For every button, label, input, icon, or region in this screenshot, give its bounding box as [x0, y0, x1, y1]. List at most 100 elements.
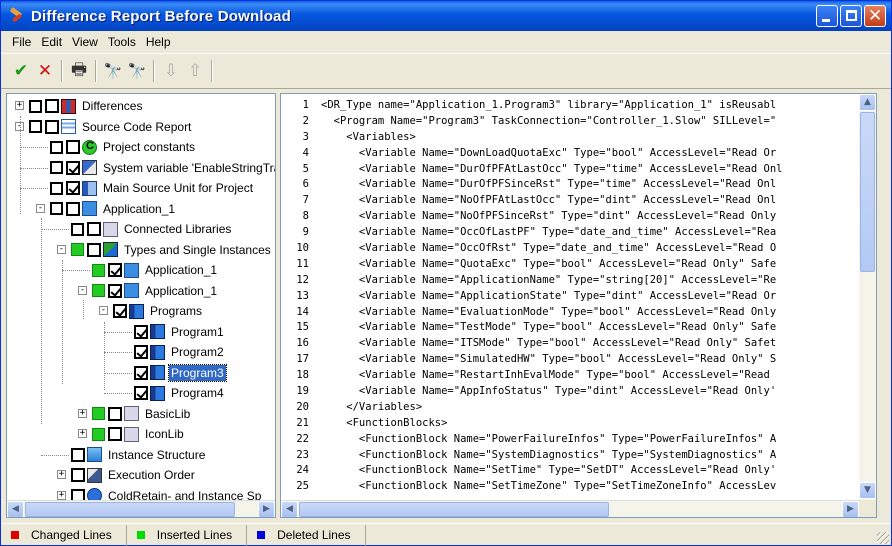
tree-checkbox[interactable]	[45, 99, 59, 113]
menu-help[interactable]: Help	[141, 35, 176, 49]
collapse-icon[interactable]: -	[36, 203, 45, 213]
tree-checkbox[interactable]	[134, 324, 148, 339]
tree-item-label[interactable]: Types and Single Instances	[122, 242, 273, 258]
tree-checkbox[interactable]	[66, 160, 80, 175]
tree-item-label[interactable]: Differences	[80, 98, 144, 114]
tree-item[interactable]: Source Code Report	[29, 117, 193, 137]
tree-checkbox[interactable]	[108, 427, 122, 441]
tree-checkbox[interactable]	[134, 345, 148, 359]
tree-item-label[interactable]: System variable 'EnableStringTra	[101, 160, 275, 176]
tree-checkbox[interactable]	[87, 242, 101, 257]
scroll-right-icon[interactable]: ▶	[258, 501, 275, 517]
tree-item[interactable]: Main Source Unit for Project	[50, 178, 255, 198]
arrow-up-icon[interactable]: ⇧	[183, 59, 207, 83]
code-line[interactable]: 23 <FunctionBlock Name="SystemDiagnostic…	[281, 448, 860, 464]
menu-edit[interactable]: Edit	[36, 35, 67, 49]
code-line[interactable]: 19 <Variable Name="AppInfoStatus" Type="…	[281, 384, 860, 400]
code-line[interactable]: 9 <Variable Name="OccOfLastPF" Type="dat…	[281, 225, 860, 241]
expand-icon[interactable]: +	[78, 408, 87, 418]
tree-item-label[interactable]: Connected Libraries	[122, 221, 233, 237]
code-horizontal-scrollbar[interactable]: ◀ ▶	[281, 500, 859, 517]
check-icon[interactable]: ✔	[9, 59, 33, 83]
scroll-up-icon[interactable]: ▲	[859, 94, 876, 111]
code-line[interactable]: 2 <Program Name="Program3" TaskConnectio…	[281, 114, 860, 130]
code-vertical-scrollbar[interactable]: ▲ ▼	[859, 94, 876, 500]
find-icon[interactable]: 🔭	[101, 59, 125, 83]
code-line[interactable]: 6 <Variable Name="DurOfPFSinceRst" Type=…	[281, 177, 860, 193]
tree-checkbox[interactable]	[66, 140, 80, 154]
code-line[interactable]: 8 <Variable Name="NoOfPFSinceRst" Type="…	[281, 209, 860, 225]
scroll-thumb[interactable]	[299, 502, 609, 517]
tree-item[interactable]: Differences	[29, 96, 144, 116]
code-line[interactable]: 22 <FunctionBlock Name="PowerFailureInfo…	[281, 432, 860, 448]
code-line[interactable]: 1 <DR_Type name="Application_1.Program3" …	[281, 98, 860, 114]
tree-item[interactable]: Connected Libraries	[71, 219, 233, 239]
minimize-button[interactable]	[816, 5, 838, 27]
tree-item-label[interactable]: Programs	[148, 303, 204, 319]
code-line[interactable]: 25 <FunctionBlock Name="SetTimeZone" Typ…	[281, 479, 860, 495]
code-line[interactable]: 4 <Variable Name="DownLoadQuotaExc" Type…	[281, 146, 860, 162]
close-button[interactable]: ✕	[864, 5, 886, 27]
tree-item[interactable]: Application_1	[92, 281, 219, 301]
code-line[interactable]: 10 <Variable Name="OccOfRst" Type="date_…	[281, 241, 860, 257]
tree-item-label[interactable]: Execution Order	[106, 467, 197, 483]
tree-checkbox[interactable]	[66, 181, 80, 195]
tree-horizontal-scrollbar[interactable]: ◀ ▶	[7, 500, 275, 517]
tree-item[interactable]: Types and Single Instances	[71, 240, 273, 260]
expand-icon[interactable]: +	[57, 470, 66, 479]
code-line[interactable]: 24 <FunctionBlock Name="SetTime" Type="S…	[281, 463, 860, 479]
print-icon[interactable]: 🖶	[67, 59, 91, 83]
code-line[interactable]: 7 <Variable Name="NoOfPFAtLastOcc" Type=…	[281, 193, 860, 209]
menu-tools[interactable]: Tools	[103, 35, 141, 49]
code-line[interactable]: 16 <Variable Name="ITSMode" Type="bool" …	[281, 336, 860, 352]
tree-item[interactable]: Program4	[134, 383, 226, 403]
title-bar[interactable]: Difference Report Before Download ✕	[1, 1, 891, 31]
code-line[interactable]: 20 </Variables>	[281, 400, 860, 416]
collapse-icon[interactable]: -	[57, 244, 66, 254]
tree-item-label[interactable]: Program2	[169, 344, 226, 360]
scroll-thumb[interactable]	[25, 502, 235, 517]
scroll-down-icon[interactable]: ▼	[859, 482, 876, 499]
tree-item[interactable]: Programs	[113, 301, 204, 321]
tree-item-label[interactable]: Main Source Unit for Project	[101, 180, 255, 196]
scroll-left-icon[interactable]: ◀	[7, 501, 24, 517]
tree-item-label[interactable]: IconLib	[143, 426, 186, 442]
maximize-button[interactable]	[840, 5, 862, 27]
code-view[interactable]: 1 <DR_Type name="Application_1.Program3" …	[281, 98, 860, 500]
tree-item-label[interactable]: Program3	[168, 363, 227, 382]
tree-checkbox[interactable]	[108, 406, 122, 421]
tree-item-label[interactable]: BasicLib	[143, 406, 192, 422]
code-line[interactable]: 3 <Variables>	[281, 130, 860, 146]
tree-checkbox[interactable]	[87, 222, 101, 236]
cross-icon[interactable]: ✕	[33, 59, 57, 83]
code-line[interactable]: 21 <FunctionBlocks>	[281, 416, 860, 432]
expand-icon[interactable]: +	[78, 429, 87, 438]
code-line[interactable]: 18 <Variable Name="RestartInhEvalMode" T…	[281, 368, 860, 384]
tree-item-label[interactable]: Application_1	[143, 262, 219, 278]
tree-item[interactable]: Instance Structure	[71, 445, 207, 465]
tree-item[interactable]: Program2	[134, 342, 226, 362]
tree-item[interactable]: Project constants	[50, 137, 197, 157]
tree-item[interactable]: Application_1	[92, 260, 219, 280]
code-line[interactable]: 15 <Variable Name="TestMode" Type="bool"…	[281, 320, 860, 336]
tree-checkbox[interactable]	[45, 119, 59, 134]
scroll-right-icon[interactable]: ▶	[842, 501, 859, 517]
code-line[interactable]: 13 <Variable Name="ApplicationState" Typ…	[281, 289, 860, 305]
expand-icon[interactable]: +	[57, 490, 66, 500]
menu-view[interactable]: View	[67, 35, 103, 49]
tree-item[interactable]: System variable 'EnableStringTra	[50, 158, 275, 178]
tree-item[interactable]: Program3	[134, 363, 227, 383]
tree-checkbox[interactable]	[113, 304, 127, 318]
tree-item-label[interactable]: Application_1	[101, 201, 177, 217]
tree-item-label[interactable]: Source Code Report	[80, 119, 193, 135]
code-line[interactable]: 12 <Variable Name="ApplicationName" Type…	[281, 273, 860, 289]
tree-item-label[interactable]: Project constants	[101, 139, 197, 155]
tree-item-label[interactable]: Program1	[169, 324, 226, 340]
tree-checkbox[interactable]	[134, 386, 148, 400]
code-line[interactable]: 11 <Variable Name="QuotaExc" Type="bool"…	[281, 257, 860, 273]
tree-checkbox[interactable]	[108, 263, 122, 277]
tree-item-label[interactable]: Application_1	[143, 283, 219, 299]
tree-checkbox[interactable]	[108, 283, 122, 298]
collapse-icon[interactable]: -	[99, 306, 108, 315]
code-line[interactable]: 14 <Variable Name="EvaluationMode" Type=…	[281, 305, 860, 321]
